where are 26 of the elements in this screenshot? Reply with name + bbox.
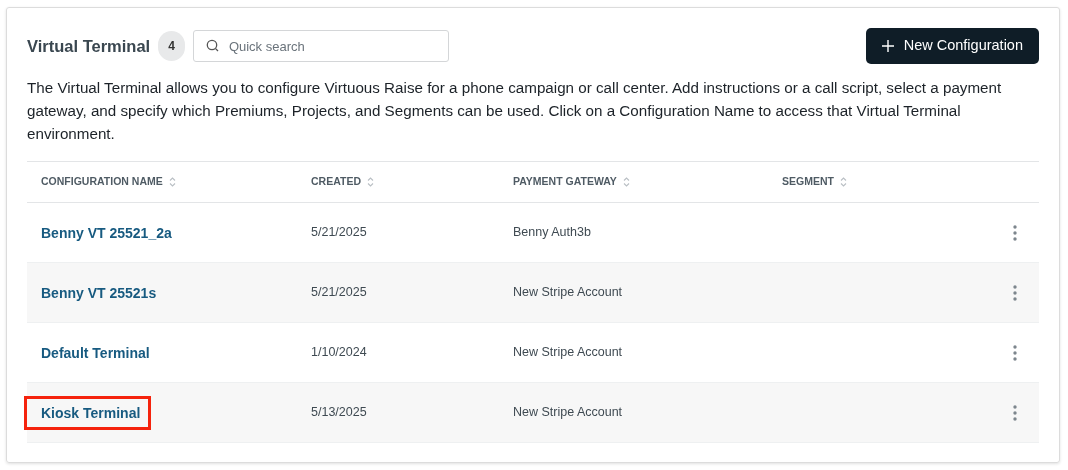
table-cell: 5/21/2025 — [311, 285, 367, 300]
configuration-link[interactable]: Default Terminal — [41, 344, 150, 361]
description-paragraph: The Virtual Terminal allows you to configure Virtuous Raise for a phone campaign or call center. Add instructions or a call script, select a payment gateway, and specify which Premiums, Projects, and Segments can be used. Click on a Configuration Name to access that Virtual Terminal environment. — [27, 78, 1003, 144]
configuration-link[interactable]: Benny VT 25521_2a — [41, 224, 172, 241]
table-cell: Benny Auth3b — [513, 225, 591, 240]
search-field[interactable]: Quick search — [192, 30, 449, 62]
new-configuration-button[interactable]: New Configuration — [865, 28, 1039, 64]
more-options-button[interactable] — [1011, 402, 1019, 423]
column-header[interactable]: SEGMENT — [782, 174, 834, 190]
configuration-link[interactable]: Kiosk Terminal — [27, 398, 149, 427]
column-header[interactable]: CREATED — [311, 174, 361, 190]
column-header[interactable]: CONFIGURATION NAME — [41, 174, 163, 190]
table-cell: New Stripe Account — [513, 405, 623, 420]
table-cell: 5/21/2025 — [311, 225, 367, 240]
table-cell: 1/10/2024 — [311, 345, 367, 360]
column-header[interactable]: PAYMENT GATEWAY — [513, 174, 617, 190]
configuration-link[interactable]: Benny VT 25521s — [41, 284, 157, 301]
plus-icon — [881, 40, 894, 52]
more-options-button[interactable] — [1011, 222, 1019, 243]
more-options-button[interactable] — [1011, 282, 1019, 303]
table-cell: New Stripe Account — [513, 285, 623, 300]
count-badge: 4 — [158, 31, 185, 61]
page-title: Virtual Terminal — [27, 35, 151, 57]
table-cell: 5/13/2025 — [311, 405, 367, 420]
table-cell: New Stripe Account — [513, 345, 623, 360]
more-options-button[interactable] — [1011, 342, 1019, 363]
